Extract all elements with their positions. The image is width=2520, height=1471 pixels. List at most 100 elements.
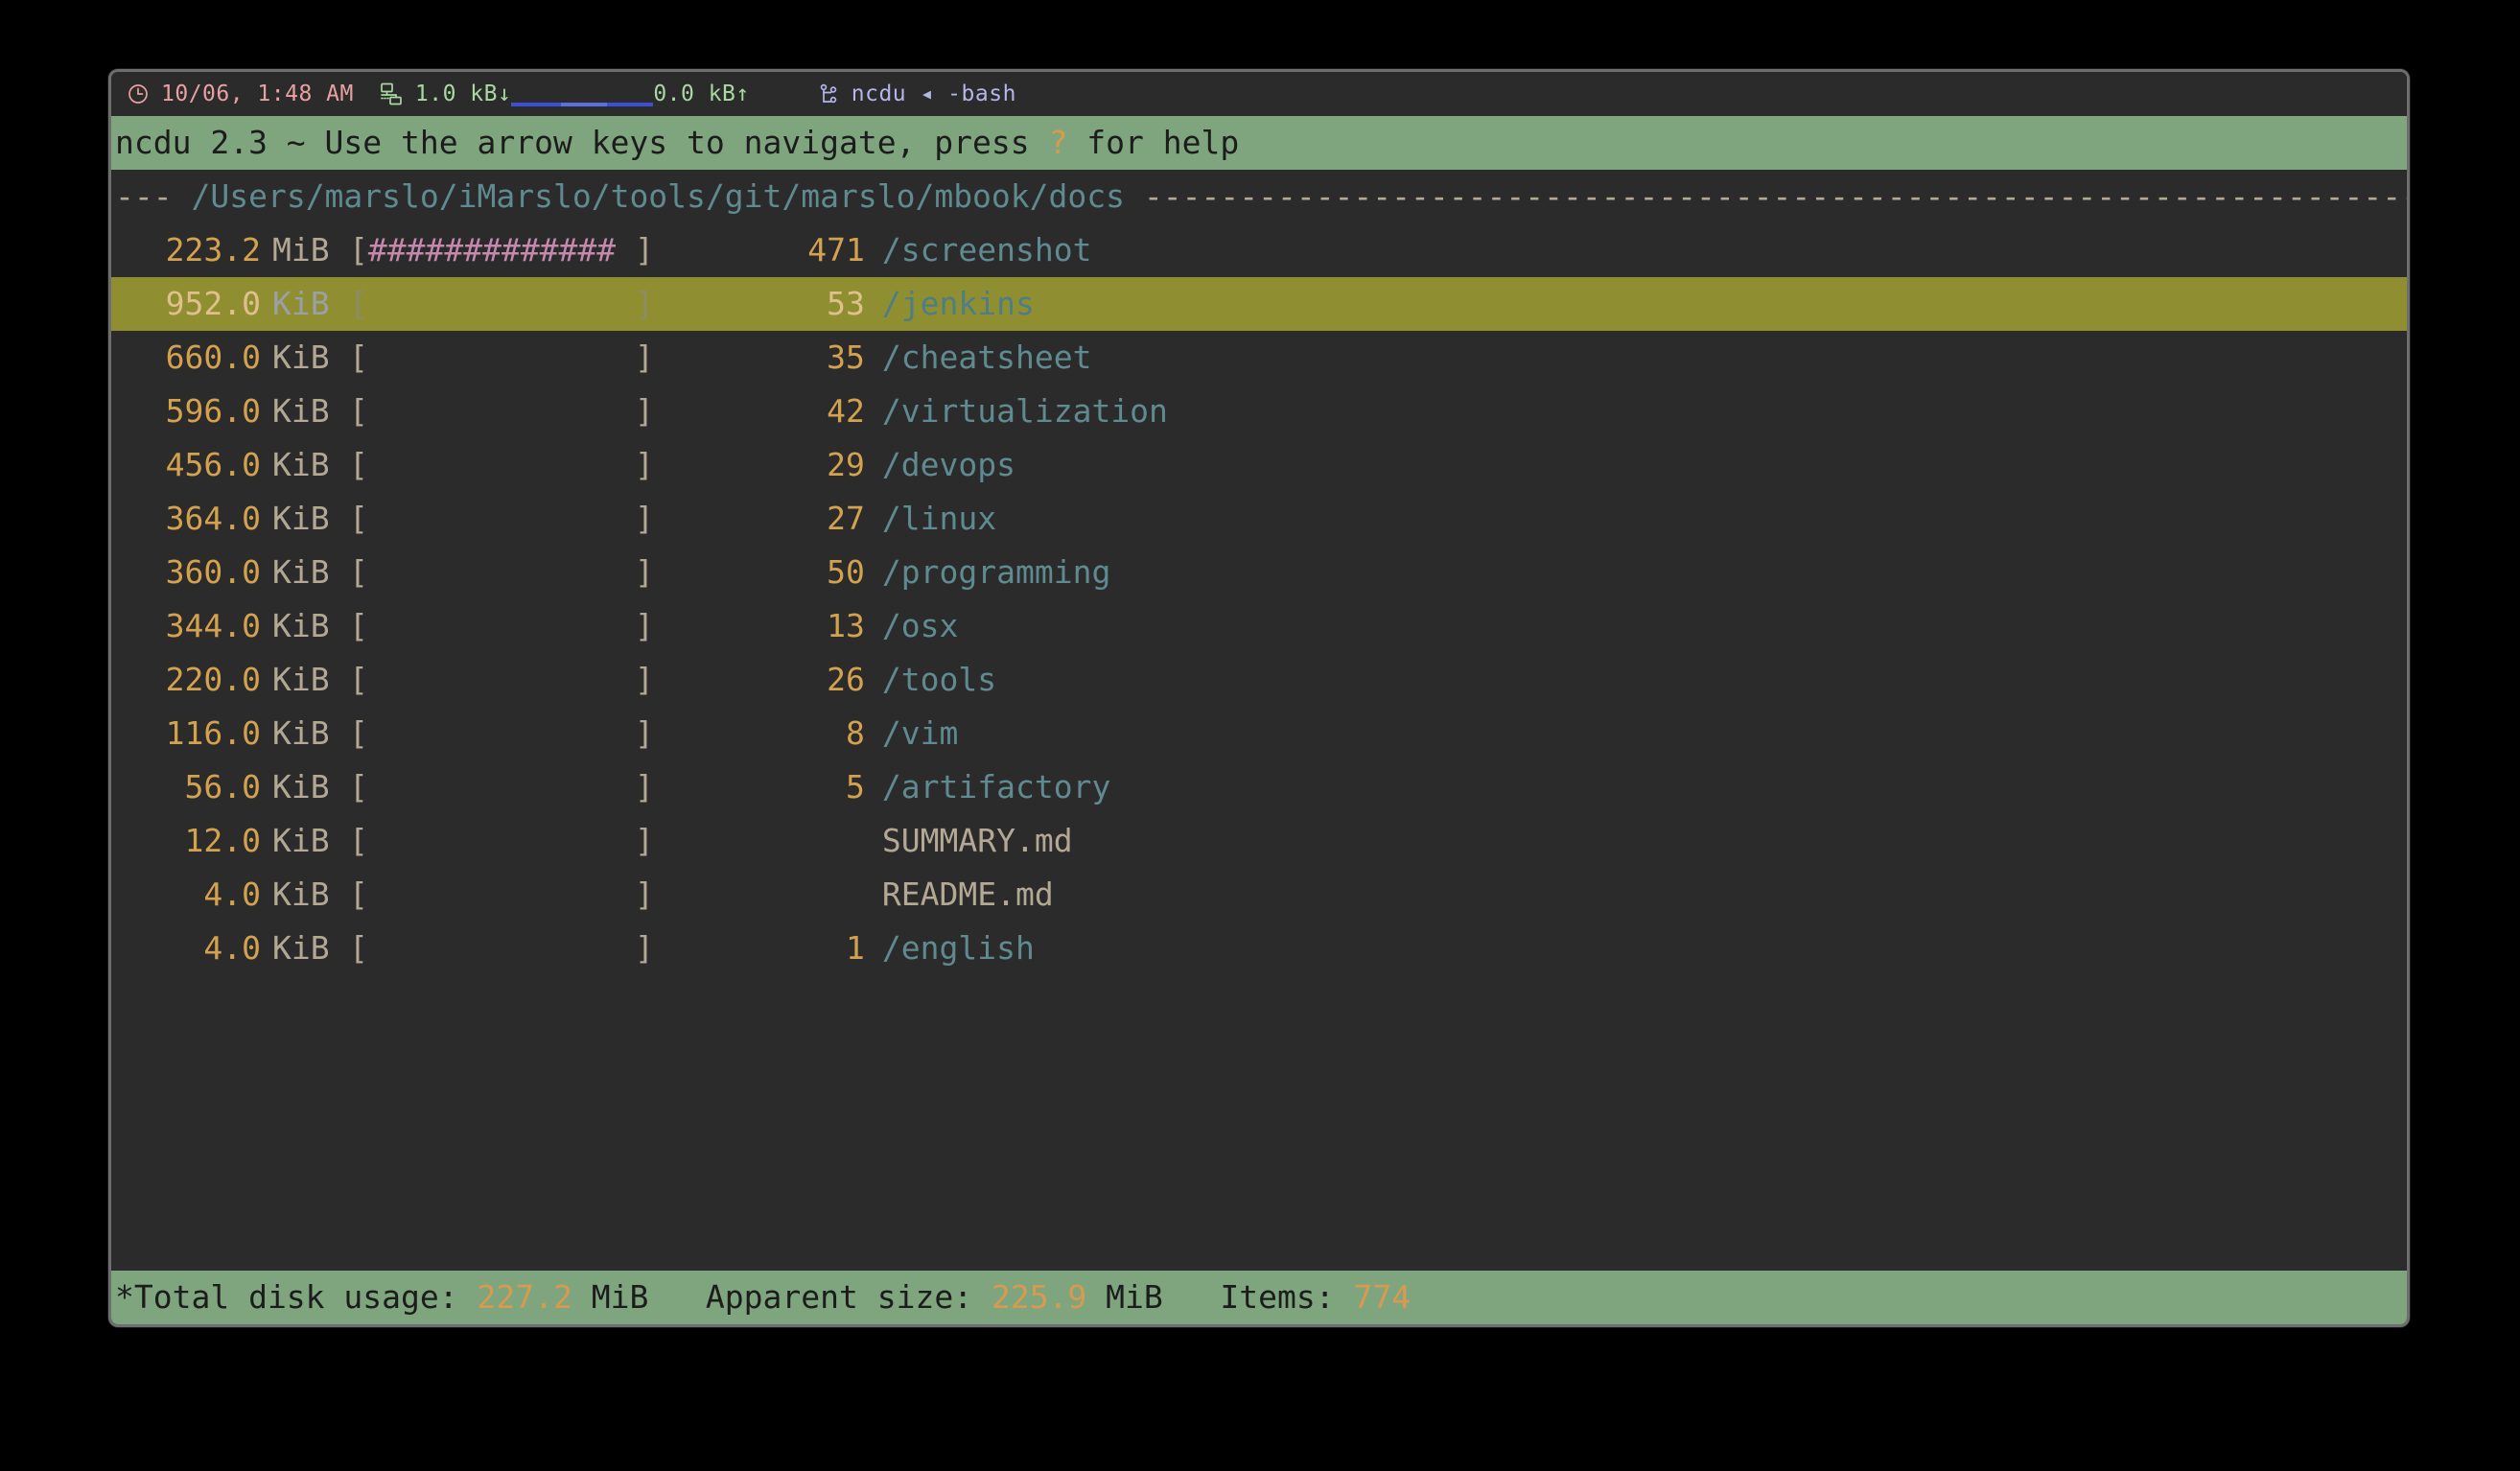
entry-directory-name[interactable]: /jenkins bbox=[882, 277, 1035, 331]
graph-open-bracket: [ bbox=[349, 929, 368, 967]
desktop-background: 10/06, 1:48 AM 1.0 kB↓ 0.0 kB↑ ncdu ◂ -b… bbox=[0, 0, 2520, 1471]
entry-size: 364.0 bbox=[165, 500, 261, 537]
ncdu-application: ncdu 2.3 ~ Use the arrow keys to navigat… bbox=[111, 116, 2407, 1324]
status-network-group: 1.0 kB↓ 0.0 kB↑ bbox=[379, 72, 750, 116]
entry-directory-name[interactable]: /osx bbox=[882, 599, 958, 653]
header-prefix-text: ncdu 2.3 ~ Use the arrow keys to navigat… bbox=[115, 124, 1049, 161]
entry-row[interactable]: 660.0 KiB [ ] 35/cheatsheet bbox=[111, 331, 2407, 385]
footer-apparent-value: 225.9 bbox=[991, 1278, 1087, 1316]
entry-row[interactable]: 220.0 KiB [ ] 26/tools bbox=[111, 653, 2407, 707]
graph-open-bracket: [ bbox=[349, 661, 368, 698]
entry-size: 12.0 bbox=[184, 822, 261, 859]
entry-row[interactable]: 596.0 KiB [ ] 42/virtualization bbox=[111, 385, 2407, 438]
entry-size-unit: MiB bbox=[272, 231, 330, 269]
terminal-window[interactable]: 10/06, 1:48 AM 1.0 kB↓ 0.0 kB↑ ncdu ◂ -b… bbox=[108, 69, 2410, 1327]
graph-empty bbox=[368, 876, 635, 913]
entry-size: 220.0 bbox=[165, 661, 261, 698]
entry-size-unit: KiB bbox=[272, 285, 330, 322]
graph-close-bracket: ] bbox=[635, 339, 654, 376]
graph-open-bracket: [ bbox=[349, 876, 368, 913]
entry-item-count: 26 bbox=[827, 661, 865, 698]
header-help-key: ? bbox=[1048, 124, 1068, 161]
entry-usage-graph: [############# ] bbox=[349, 223, 654, 277]
entry-size: 456.0 bbox=[165, 446, 261, 483]
entry-row[interactable]: 364.0 KiB [ ] 27/linux bbox=[111, 492, 2407, 546]
entry-row[interactable]: 952.0 KiB [ ] 53/jenkins bbox=[111, 277, 2407, 331]
entry-directory-name[interactable]: /tools bbox=[882, 653, 996, 707]
graph-close-bracket: ] bbox=[635, 768, 654, 806]
entry-row[interactable]: 116.0 KiB [ ] 8/vim bbox=[111, 707, 2407, 760]
graph-open-bracket: [ bbox=[349, 607, 368, 644]
graph-empty bbox=[368, 285, 635, 322]
graph-open-bracket: [ bbox=[349, 392, 368, 430]
footer-apparent-label: Apparent size: bbox=[648, 1278, 992, 1316]
graph-empty bbox=[368, 392, 635, 430]
ncdu-entry-list[interactable]: 223.2 MiB [############# ] 471/screenshot 95… bbox=[111, 223, 2407, 975]
entry-size-unit: KiB bbox=[272, 339, 330, 376]
entry-item-count: 13 bbox=[827, 607, 865, 644]
entry-directory-name[interactable]: /cheatsheet bbox=[882, 331, 1092, 385]
graph-close-bracket: ] bbox=[635, 392, 654, 430]
entry-file-name[interactable]: README.md bbox=[882, 868, 1054, 922]
git-branch-icon bbox=[817, 82, 840, 105]
entry-row[interactable]: 4.0 KiB [ ] README.md bbox=[111, 868, 2407, 922]
entry-usage-graph: [ ] bbox=[349, 438, 654, 492]
entry-usage-graph: [ ] bbox=[349, 492, 654, 546]
entry-row[interactable]: 456.0 KiB [ ] 29/devops bbox=[111, 438, 2407, 492]
entry-directory-name[interactable]: /programming bbox=[882, 546, 1110, 599]
entry-row[interactable]: 12.0 KiB [ ] SUMMARY.md bbox=[111, 814, 2407, 868]
status-process-name: ncdu ◂ -bash bbox=[851, 82, 1016, 106]
entry-directory-name[interactable]: /english bbox=[882, 922, 1035, 975]
entry-row[interactable]: 56.0 KiB [ ] 5/artifactory bbox=[111, 760, 2407, 814]
entry-directory-name[interactable]: /linux bbox=[882, 492, 996, 546]
entry-row[interactable]: 4.0 KiB [ ] 1/english bbox=[111, 922, 2407, 975]
terminal-status-bar: 10/06, 1:48 AM 1.0 kB↓ 0.0 kB↑ ncdu ◂ -b… bbox=[111, 72, 2407, 116]
entry-item-count: 471 bbox=[807, 231, 865, 269]
entry-item-count: 35 bbox=[827, 339, 865, 376]
status-time: 10/06, 1:48 AM bbox=[161, 82, 354, 106]
entry-size-unit: KiB bbox=[272, 714, 330, 752]
entry-file-name[interactable]: SUMMARY.md bbox=[882, 814, 1073, 868]
graph-empty bbox=[368, 339, 635, 376]
entry-directory-name[interactable]: /virtualization bbox=[882, 385, 1168, 438]
current-path: /Users/marslo/iMarslo/tools/git/marslo/m… bbox=[191, 177, 1126, 215]
entry-directory-name[interactable]: /screenshot bbox=[882, 223, 1092, 277]
entry-directory-name[interactable]: /devops bbox=[882, 438, 1015, 492]
entry-row[interactable]: 360.0 KiB [ ] 50/programming bbox=[111, 546, 2407, 599]
graph-close-bracket: ] bbox=[635, 876, 654, 913]
entry-row[interactable]: 344.0 KiB [ ] 13/osx bbox=[111, 599, 2407, 653]
entry-size: 952.0 bbox=[165, 285, 261, 322]
current-path-line: --- /Users/marslo/iMarslo/tools/git/mars… bbox=[111, 170, 2407, 223]
entry-size-unit: KiB bbox=[272, 768, 330, 806]
entry-item-count: 53 bbox=[827, 285, 865, 322]
status-process-group: ncdu ◂ -bash bbox=[817, 72, 1016, 116]
graph-close-bracket: ] bbox=[635, 929, 654, 967]
ncdu-footer-bar: *Total disk usage: 227.2 MiB Apparent si… bbox=[111, 1271, 2407, 1324]
entry-row[interactable]: 223.2 MiB [############# ] 471/screenshot bbox=[111, 223, 2407, 277]
entry-item-count: 50 bbox=[827, 553, 865, 591]
graph-open-bracket: [ bbox=[349, 714, 368, 752]
entry-size-unit: KiB bbox=[272, 876, 330, 913]
network-download-rate: 1.0 kB↓ bbox=[414, 82, 512, 106]
graph-fill: ############# bbox=[367, 231, 617, 269]
entry-size: 223.2 bbox=[165, 231, 261, 269]
entry-usage-graph: [ ] bbox=[349, 546, 654, 599]
entry-item-count: 1 bbox=[846, 929, 865, 967]
network-icon bbox=[379, 82, 404, 106]
entry-size-unit: KiB bbox=[272, 500, 330, 537]
entry-size-unit: KiB bbox=[272, 607, 330, 644]
footer-items-label: Items: bbox=[1162, 1278, 1354, 1316]
graph-open-bracket: [ bbox=[349, 822, 368, 859]
graph-open-bracket: [ bbox=[349, 553, 368, 591]
graph-empty bbox=[368, 929, 635, 967]
entry-usage-graph: [ ] bbox=[349, 707, 654, 760]
entry-directory-name[interactable]: /artifactory bbox=[882, 760, 1110, 814]
entry-item-count: 5 bbox=[846, 768, 865, 806]
entry-item-count: 27 bbox=[827, 500, 865, 537]
graph-close-bracket: ] bbox=[635, 231, 654, 269]
graph-open-bracket: [ bbox=[349, 768, 368, 806]
entry-directory-name[interactable]: /vim bbox=[882, 707, 958, 760]
footer-total-label: *Total disk usage: bbox=[115, 1278, 478, 1316]
graph-empty bbox=[368, 661, 635, 698]
graph-close-bracket: ] bbox=[635, 714, 654, 752]
